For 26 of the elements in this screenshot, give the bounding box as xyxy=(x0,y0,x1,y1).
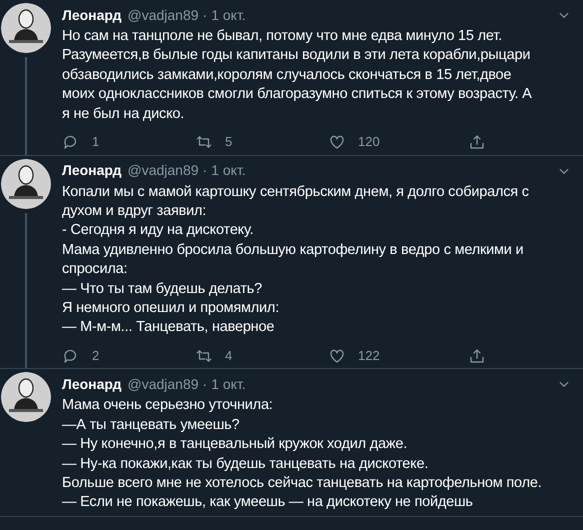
tweet-text: Но сам на танцполе не бывал, потому что мне едва минуло 15 лет. Разумеется,в былые годы капитаны водили в эти лета корабли,рыцари обзаводились замками,королям случалось скончаться в 15 лет,двое моих одноклассников смогли благоразумно спиться к этому возрасту. А я не был на диско. xyxy=(62,27,533,124)
share-icon xyxy=(468,346,486,365)
tweet-text: Копали мы с мамой картошку сентябрьским днем, я долго собирался с духом и вдруг заявил: - Сегодня я иду на дискотеку. Мама удивленно бросила большую картофелину в ведро с мелкими и спросила: — Что ты там будешь делать? Я немного опешил и промямлил: — М-м-м... Танцевать, наверное xyxy=(62,182,530,338)
avatar[interactable] xyxy=(1,372,51,422)
retweet-button[interactable]: 5 xyxy=(195,132,328,152)
author-name[interactable]: Леонард xyxy=(62,4,122,26)
tweet-date[interactable]: 1 окт. xyxy=(211,160,246,182)
tweet-text: Мама очень серьезно уточнила: —А ты танцевать умеешь? — Ну конечно,я в танцевальный кружок ходил даже. — Ну-ка покажи,как ты будешь танцевать на дискотеке. Больше всего мне не хотелось сейчас танцевать на картофельном поле. — Если не покажешь, как умеешь — на дискотеку не пойдешь xyxy=(62,396,543,512)
share-icon xyxy=(468,132,486,151)
tweet-date[interactable]: 1 окт. xyxy=(211,374,246,395)
author-handle: @vadjan89 xyxy=(128,6,199,25)
author-name[interactable]: Леонард xyxy=(62,160,122,182)
like-button[interactable]: 120 xyxy=(328,132,468,152)
reply-button[interactable]: 2 xyxy=(62,346,195,366)
reply-button[interactable]: 1 xyxy=(62,132,195,152)
retweet-button[interactable]: 4 xyxy=(195,346,328,366)
tweet-date[interactable]: 1 окт. xyxy=(211,4,246,26)
avatar[interactable] xyxy=(1,158,51,209)
avatar[interactable] xyxy=(1,3,51,53)
like-button[interactable]: 122 xyxy=(328,346,468,366)
author-name[interactable]: Леонард xyxy=(62,374,122,395)
dot-separator: · xyxy=(202,6,208,24)
dot-separator: · xyxy=(202,161,208,180)
author-handle: @vadjan89 xyxy=(128,374,199,394)
dot-separator: · xyxy=(202,374,208,394)
author-handle: @vadjan89 xyxy=(128,161,199,180)
